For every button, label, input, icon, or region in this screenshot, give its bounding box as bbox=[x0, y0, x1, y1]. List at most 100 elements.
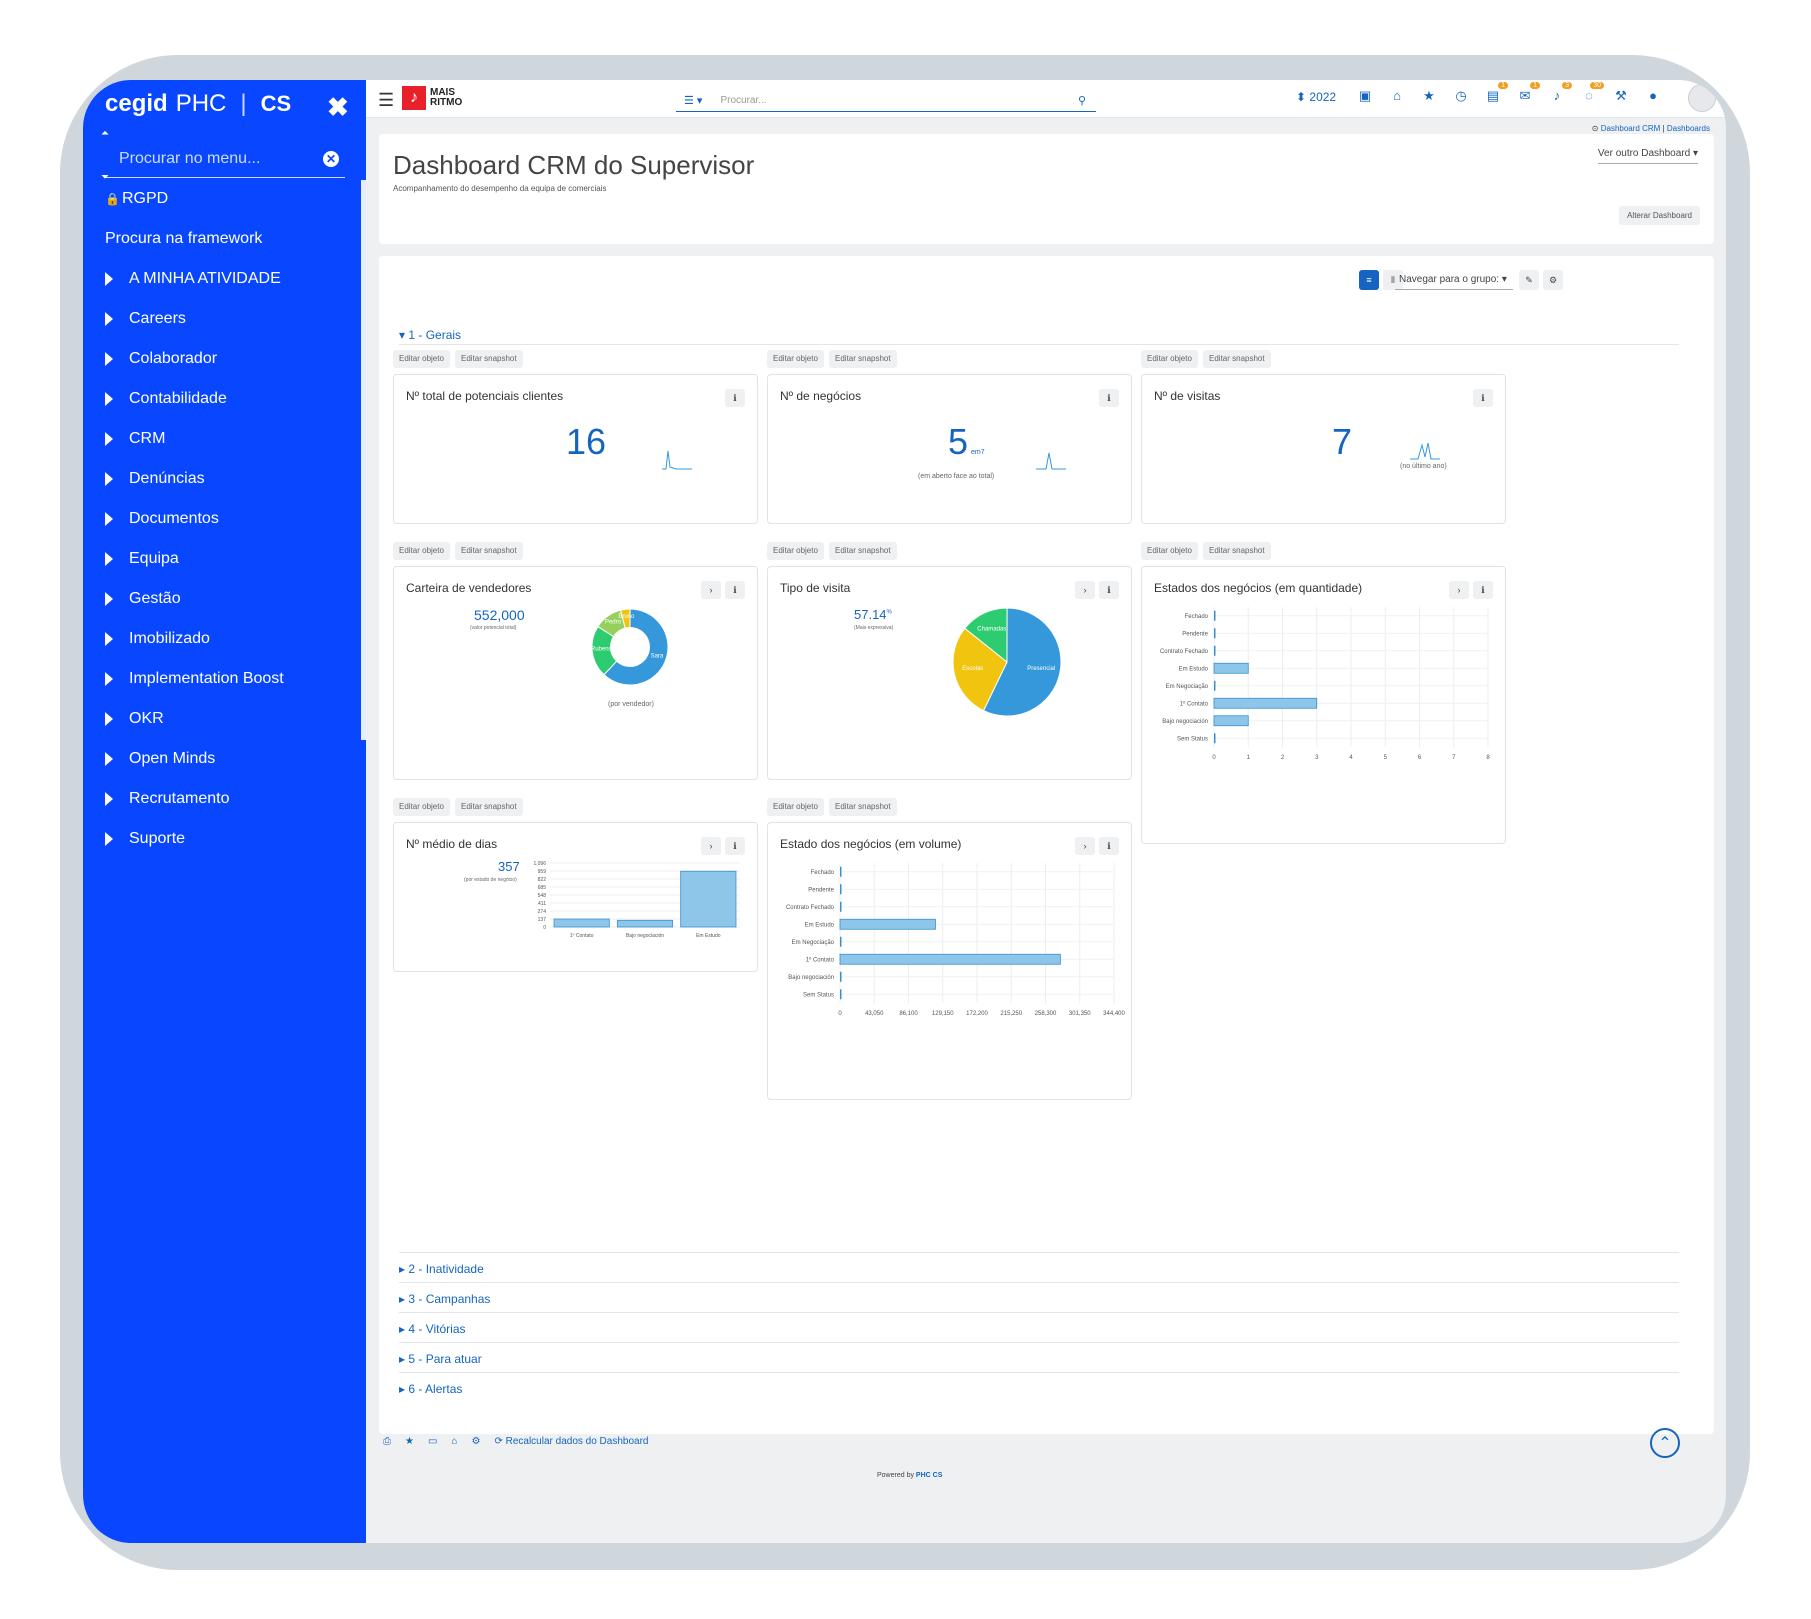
alter-dashboard-button[interactable]: Alterar Dashboard bbox=[1619, 206, 1700, 225]
info-icon[interactable]: ℹ bbox=[1099, 837, 1119, 855]
edit-object-button[interactable]: Editar objeto bbox=[767, 798, 824, 816]
bell-icon[interactable]: ♪ 3 bbox=[1548, 82, 1572, 106]
info-icon[interactable]: ℹ bbox=[1473, 581, 1493, 599]
edit-snapshot-button[interactable]: Editar snapshot bbox=[1203, 350, 1271, 368]
sidebar-item-13[interactable]: OKR bbox=[105, 710, 164, 728]
close-icon[interactable]: ✖ bbox=[327, 92, 349, 123]
info-icon[interactable]: ℹ bbox=[1099, 389, 1119, 407]
info-icon[interactable]: ℹ bbox=[1099, 581, 1119, 599]
chevron-right-icon[interactable]: › bbox=[1075, 581, 1095, 599]
sidebar-item-11[interactable]: Imobilizado bbox=[105, 630, 210, 648]
bar[interactable] bbox=[1214, 610, 1216, 621]
bar[interactable] bbox=[839, 918, 936, 930]
edit-object-button[interactable]: Editar objeto bbox=[393, 542, 450, 560]
gear-icon[interactable]: ⚙ bbox=[471, 1436, 480, 1447]
edit-object-button[interactable]: Editar objeto bbox=[1141, 350, 1198, 368]
info-icon[interactable]: ℹ bbox=[1473, 389, 1493, 407]
home-icon[interactable]: ⌂ bbox=[1388, 88, 1406, 106]
lightbulb-icon[interactable]: ● bbox=[1644, 88, 1662, 106]
group-1-header[interactable]: ▾ 1 - Gerais bbox=[399, 328, 461, 342]
search-filter-menu-icon[interactable]: ☰ ▾ bbox=[684, 94, 702, 107]
bar[interactable] bbox=[839, 953, 1061, 965]
sidebar-item-4[interactable]: Colaborador bbox=[105, 350, 217, 368]
menu-search-input[interactable]: Procurar no menu... ✕ bbox=[105, 140, 345, 178]
bar[interactable] bbox=[553, 918, 610, 928]
calendar-icon[interactable]: ▤ 1 bbox=[1484, 82, 1508, 106]
sidebar-scrollbar[interactable] bbox=[361, 180, 366, 740]
bar[interactable] bbox=[1213, 697, 1318, 709]
edit-object-button[interactable]: Editar objeto bbox=[1141, 542, 1198, 560]
info-icon[interactable]: ℹ bbox=[725, 581, 745, 599]
other-dashboard-dropdown[interactable]: Ver outro Dashboard ▾ bbox=[1597, 148, 1698, 164]
bar[interactable] bbox=[840, 884, 842, 895]
powered-brand[interactable]: PHC CS bbox=[916, 1472, 942, 1479]
bar[interactable] bbox=[840, 971, 842, 982]
bar[interactable] bbox=[1213, 662, 1249, 674]
bar[interactable] bbox=[840, 989, 842, 1000]
search-icon[interactable]: ⚲ bbox=[1078, 94, 1086, 107]
mail-icon[interactable]: ✉ 1 bbox=[1516, 82, 1540, 106]
clear-search-icon[interactable]: ✕ bbox=[323, 150, 339, 167]
year-selector[interactable]: ⬍ 2022 bbox=[1296, 90, 1336, 104]
home-settings-icon[interactable]: ⌂ bbox=[451, 1436, 457, 1447]
sidebar-item-16[interactable]: Suporte bbox=[105, 830, 185, 848]
settings-gear-icon[interactable]: ⚙ bbox=[1543, 270, 1563, 290]
star-icon[interactable]: ★ bbox=[1420, 88, 1438, 106]
sidebar-item-3[interactable]: Careers bbox=[105, 310, 186, 328]
edit-object-button[interactable]: Editar objeto bbox=[767, 542, 824, 560]
global-search-input[interactable]: ☰ ▾ Procurar... ⚲ bbox=[676, 90, 1096, 112]
group-2-header[interactable]: ▸ 2 - Inatividade bbox=[399, 1262, 484, 1276]
comments-icon[interactable]: ◌ 30 bbox=[1580, 82, 1604, 106]
print-icon[interactable]: ⎙ bbox=[383, 1436, 391, 1447]
edit-snapshot-button[interactable]: Editar snapshot bbox=[1203, 542, 1271, 560]
monitor-icon[interactable]: ▭ bbox=[428, 1436, 437, 1447]
sidebar-item-15[interactable]: Recrutamento bbox=[105, 790, 230, 808]
edit-snapshot-button[interactable]: Editar snapshot bbox=[455, 350, 523, 368]
hamburger-menu-icon[interactable]: ☰ bbox=[378, 90, 394, 111]
sidebar-item-1[interactable]: Procura na framework bbox=[105, 230, 262, 248]
recalc-link[interactable]: ⟳ Recalcular dados do Dashboard bbox=[494, 1436, 648, 1447]
sidebar-item-8[interactable]: Documentos bbox=[105, 510, 219, 528]
clock-icon[interactable]: ◷ bbox=[1452, 88, 1470, 106]
edit-snapshot-button[interactable]: Editar snapshot bbox=[455, 542, 523, 560]
chat-icon[interactable]: ▣ bbox=[1356, 88, 1374, 106]
bar[interactable] bbox=[840, 866, 842, 877]
bar[interactable] bbox=[680, 870, 737, 928]
sidebar-item-12[interactable]: Implementation Boost bbox=[105, 670, 284, 688]
list-view-icon[interactable]: ≡ bbox=[1359, 270, 1379, 290]
wrench-icon[interactable]: ⚒ bbox=[1612, 88, 1630, 106]
chevron-right-icon[interactable]: › bbox=[701, 837, 721, 855]
group-5-header[interactable]: ▸ 5 - Para atuar bbox=[399, 1352, 482, 1366]
favorite-star-icon[interactable]: ★ bbox=[405, 1436, 414, 1447]
edit-snapshot-button[interactable]: Editar snapshot bbox=[829, 350, 897, 368]
navigate-group-dropdown[interactable]: Navegar para o grupo: ▾ bbox=[1395, 270, 1513, 290]
edit-object-button[interactable]: Editar objeto bbox=[393, 798, 450, 816]
edit-object-button[interactable]: Editar objeto bbox=[767, 350, 824, 368]
group-4-header[interactable]: ▸ 4 - Vitórias bbox=[399, 1322, 466, 1336]
group-3-header[interactable]: ▸ 3 - Campanhas bbox=[399, 1292, 490, 1306]
mais-ritmo-logo[interactable]: ♪ MAIS RITMO bbox=[402, 86, 462, 110]
sidebar-item-14[interactable]: Open Minds bbox=[105, 750, 215, 768]
info-icon[interactable]: ℹ bbox=[725, 837, 745, 855]
sidebar-item-9[interactable]: Equipa bbox=[105, 550, 179, 568]
bar[interactable] bbox=[1214, 733, 1216, 744]
sidebar-item-5[interactable]: Contabilidade bbox=[105, 390, 227, 408]
sidebar-item-2[interactable]: A MINHA ATIVIDADE bbox=[105, 270, 281, 288]
sidebar-item-0[interactable]: 🔒 RGPD bbox=[105, 190, 168, 208]
bar[interactable] bbox=[840, 901, 842, 912]
bar[interactable] bbox=[616, 919, 674, 928]
edit-snapshot-button[interactable]: Editar snapshot bbox=[829, 798, 897, 816]
sidebar-item-6[interactable]: CRM bbox=[105, 430, 165, 448]
edit-object-button[interactable]: Editar objeto bbox=[393, 350, 450, 368]
breadcrumb-dashboards[interactable]: Dashboards bbox=[1667, 124, 1710, 133]
info-icon[interactable]: ℹ bbox=[725, 389, 745, 407]
avatar[interactable] bbox=[1688, 84, 1716, 112]
group-6-header[interactable]: ▸ 6 - Alertas bbox=[399, 1382, 462, 1396]
edit-icon[interactable]: ✎ bbox=[1519, 270, 1539, 290]
chevron-right-icon[interactable]: › bbox=[1075, 837, 1095, 855]
edit-snapshot-button[interactable]: Editar snapshot bbox=[829, 542, 897, 560]
edit-snapshot-button[interactable]: Editar snapshot bbox=[455, 798, 523, 816]
sidebar-item-10[interactable]: Gestão bbox=[105, 590, 181, 608]
breadcrumb-dashboard-crm[interactable]: Dashboard CRM bbox=[1601, 124, 1661, 133]
sidebar-item-7[interactable]: Denúncias bbox=[105, 470, 205, 488]
